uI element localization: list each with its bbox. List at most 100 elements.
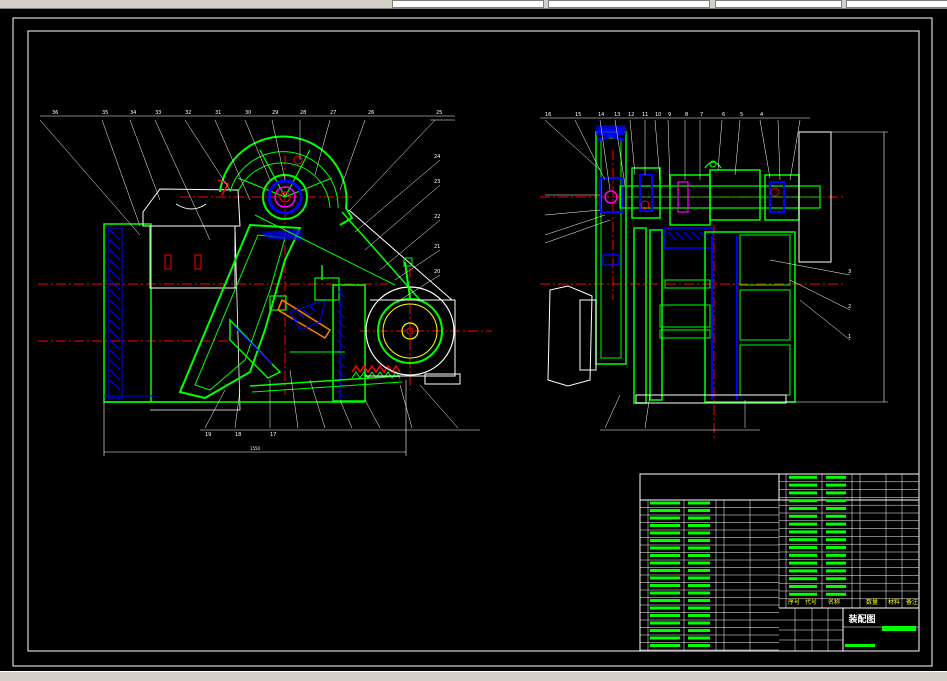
callout-25: 25: [436, 110, 442, 116]
drawing-canvas[interactable]: 1550 36 35 34 33 32 31 30 29 28 27 26 25…: [0, 8, 947, 671]
parts-row-code: [650, 569, 680, 572]
parts-row-code: [789, 530, 817, 534]
parts-row-name: [688, 636, 710, 640]
callout-28: 28: [300, 110, 306, 116]
side-callout-15: 15: [575, 112, 581, 118]
back-icon[interactable]: [2, 0, 10, 6]
lineweight-dropdown[interactable]: [715, 0, 842, 8]
parts-row-name: [688, 629, 710, 632]
callout-21: 21: [434, 244, 440, 250]
parts-row-code: [650, 614, 680, 617]
callout-19: 19: [205, 432, 211, 438]
linetype-dropdown[interactable]: [548, 0, 710, 8]
header-material: 材料: [888, 598, 900, 606]
side-callout-7: 7: [700, 112, 703, 118]
parts-row-code: [650, 629, 680, 632]
parts-row-name: [826, 592, 846, 596]
side-callout-4: 4: [760, 112, 763, 118]
callout-20: 20: [434, 269, 440, 275]
cad-drawing: 1550 36 35 34 33 32 31 30 29 28 27 26 25…: [12, 17, 933, 667]
parts-row-name: [826, 499, 846, 503]
side-callout-6: 6: [722, 112, 725, 118]
parts-row-code: [789, 499, 817, 503]
parts-row-code: [650, 539, 680, 542]
search-icon[interactable]: [360, 0, 368, 6]
drawing-number-stamp: [882, 626, 916, 631]
parts-row-code: [789, 592, 817, 596]
parts-row-name: [688, 516, 710, 520]
parts-row-name: [826, 514, 846, 518]
zoom-icon[interactable]: [330, 0, 338, 6]
side-callout-8: 8: [685, 112, 688, 118]
parts-row-code: [789, 522, 817, 526]
callout-30: 30: [245, 110, 251, 116]
parts-row-code: [789, 553, 817, 557]
parts-row-code: [650, 644, 680, 647]
parts-row-code: [650, 584, 680, 587]
side-callout-1: 1: [848, 334, 851, 340]
callout-26: 26: [368, 110, 374, 116]
callout-34: 34: [130, 110, 136, 116]
callout-18: 18: [235, 432, 241, 438]
side-callout-2: 2: [848, 304, 851, 310]
front-view: 1550 36 35 34 33 32 31 30 29 28 27 26 25…: [38, 110, 492, 456]
title-block: 序号 代号 名称 数量 材料 备注 装配图: [639, 473, 920, 652]
parts-row-name: [688, 554, 710, 557]
parts-row-code: [789, 577, 817, 581]
parts-row-name: [688, 591, 710, 595]
parts-row-code: [789, 491, 817, 495]
side-callout-16: 16: [545, 112, 551, 118]
parts-row-name: [688, 569, 710, 572]
parts-row-code: [650, 531, 680, 535]
parts-row-name: [688, 644, 710, 647]
callout-24: 24: [434, 154, 440, 160]
parts-row-code: [650, 606, 680, 610]
callout-32: 32: [185, 110, 191, 116]
callout-36: 36: [52, 110, 58, 116]
parts-row-code: [789, 561, 817, 565]
school-stamp: [845, 644, 875, 647]
side-callout-3: 3: [848, 269, 851, 275]
parts-row-code: [650, 591, 680, 595]
parts-row-code: [789, 569, 817, 573]
parts-row-code: [650, 636, 680, 640]
parts-row-code: [789, 538, 817, 542]
parts-row-code: [650, 621, 680, 625]
callout-29: 29: [272, 110, 278, 116]
parts-row-name: [826, 553, 846, 557]
callout-17: 17: [270, 432, 276, 438]
parts-row-code: [789, 483, 817, 487]
parts-row-name: [826, 577, 846, 581]
parts-row-code: [789, 507, 817, 510]
callout-23: 23: [434, 179, 440, 185]
parts-row-code: [650, 516, 680, 520]
parts-row-name: [826, 546, 846, 549]
parts-row-code: [789, 475, 817, 479]
header-qty: 数量: [866, 598, 878, 606]
side-callout-10: 10: [655, 112, 661, 118]
drawing-title: 装配图: [847, 613, 875, 625]
parts-row-code: [789, 514, 817, 518]
parts-row-name: [826, 507, 846, 510]
parts-row-name: [826, 538, 846, 542]
header-code: 代号: [805, 598, 817, 606]
layer-dropdown[interactable]: [392, 0, 544, 8]
callout-22: 22: [434, 214, 440, 220]
forward-icon[interactable]: [12, 0, 20, 6]
header-remark: 备注: [906, 598, 918, 606]
parts-row-name: [688, 576, 710, 580]
parts-row-name: [688, 539, 710, 542]
parts-row-name: [826, 475, 846, 479]
parts-row-code: [650, 509, 680, 512]
parts-row-code: [650, 576, 680, 580]
side-callout-9: 9: [668, 112, 671, 118]
parts-row-name: [688, 524, 710, 527]
side-callout-5: 5: [740, 112, 743, 118]
header-no: 序号: [788, 598, 800, 606]
parts-row-name: [826, 561, 846, 565]
parts-row-name: [826, 569, 846, 573]
parts-row-name: [688, 501, 710, 505]
color-dropdown[interactable]: [846, 0, 947, 8]
overall-length-dimension: 1550: [250, 446, 261, 451]
parts-row-name: [688, 561, 710, 565]
